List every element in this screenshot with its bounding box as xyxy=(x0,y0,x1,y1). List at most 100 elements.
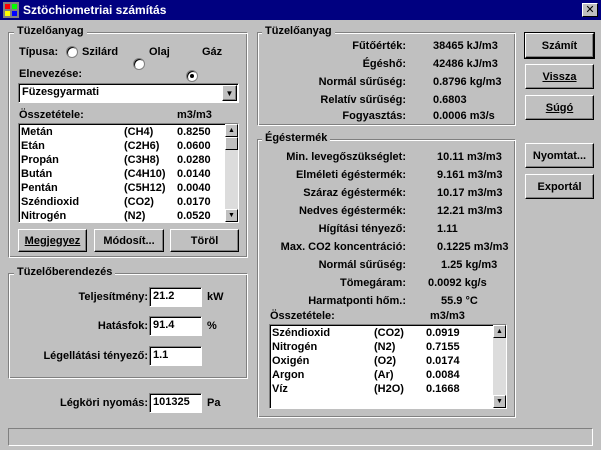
list-item[interactable]: Víz xyxy=(272,383,288,395)
list-item[interactable]: Oxigén xyxy=(272,355,309,367)
fuel-name-select[interactable]: Füzesgyarmati ▼ xyxy=(18,83,239,103)
fuel-composition-unit: m3/m3 xyxy=(177,109,212,121)
list-item-formula: (C3H8) xyxy=(124,154,160,166)
list-item-value: 0.0170 xyxy=(177,196,211,208)
fuel-prop-value: 38465 kJ/m3 xyxy=(433,40,498,52)
efficiency-unit: % xyxy=(207,320,217,332)
list-item-formula: (CO2) xyxy=(374,327,404,339)
export-button[interactable]: Exportál xyxy=(525,174,594,199)
list-item[interactable]: Nitrogén xyxy=(272,341,317,353)
list-item[interactable]: Etán xyxy=(21,140,45,152)
back-button[interactable]: Vissza xyxy=(525,64,594,89)
flue-prop-label: Nedves égéstermék: xyxy=(298,205,406,217)
note-button[interactable]: Megjegyez xyxy=(18,229,87,252)
flue-prop-value: 0.1225 m3/m3 xyxy=(437,241,509,253)
list-item-formula: (CH4) xyxy=(124,126,154,138)
efficiency-input[interactable]: 91.4 xyxy=(149,316,202,336)
flue-composition-scrollbar[interactable]: ▲ ▼ xyxy=(493,325,506,408)
fuel-prop-value: 0.0006 m3/s xyxy=(433,110,495,122)
help-button[interactable]: Súgó xyxy=(525,95,594,120)
back-button-label: Vissza xyxy=(542,70,577,83)
air-factor-input[interactable]: 1.1 xyxy=(149,346,202,366)
fuel-name-value: Füzesgyarmati xyxy=(22,86,100,98)
list-item-value: 0.0040 xyxy=(177,182,211,194)
pressure-value: 101325 xyxy=(153,396,190,408)
calculate-button[interactable]: Számít xyxy=(524,32,595,59)
status-bar xyxy=(8,428,593,446)
flue-prop-label: Max. CO2 koncentráció: xyxy=(280,241,406,253)
radio-oil-label[interactable]: Olaj xyxy=(149,46,170,58)
close-icon[interactable]: ✕ xyxy=(582,3,598,17)
modify-button-label: Módosít... xyxy=(103,234,155,247)
scroll-down-icon[interactable]: ▼ xyxy=(493,395,506,408)
flue-prop-value: 9.161 m3/m3 xyxy=(437,169,503,181)
list-item-value: 0.0520 xyxy=(177,210,211,222)
air-factor-label: Légellátási tényező: xyxy=(43,350,148,362)
export-button-label: Exportál xyxy=(537,180,582,193)
window-title: Sztöchiometriai számítás xyxy=(23,3,167,17)
scroll-up-icon[interactable]: ▲ xyxy=(225,124,238,137)
fuel-type-label: Típusa: xyxy=(19,46,59,58)
list-item-value: 0.0280 xyxy=(177,154,211,166)
air-factor-value: 1.1 xyxy=(153,349,169,361)
fuel-name-label: Elnevezése: xyxy=(19,68,82,80)
list-item-value: 0.0600 xyxy=(177,140,211,152)
fuel-prop-label: Relatív sűrűség: xyxy=(320,94,406,106)
flue-prop-label: Harmatponti hőm.: xyxy=(308,295,406,307)
list-item[interactable]: Széndioxid xyxy=(272,327,330,339)
power-unit: kW xyxy=(207,291,224,303)
fuel-prop-label: Égéshő: xyxy=(362,58,406,70)
efficiency-label: Hatásfok: xyxy=(97,320,148,332)
fuel-composition-list[interactable]: Metán (CH4) 0.8250 Etán (C2H6) 0.0600 Pr… xyxy=(18,123,239,223)
scroll-thumb[interactable] xyxy=(225,137,238,150)
chevron-down-icon[interactable]: ▼ xyxy=(222,85,237,101)
list-item-value: 0.1668 xyxy=(426,383,460,395)
title-bar: Sztöchiometriai számítás ✕ xyxy=(0,0,601,20)
radio-solid-label[interactable]: Szilárd xyxy=(82,46,118,58)
modify-button[interactable]: Módosít... xyxy=(94,229,164,252)
scroll-up-icon[interactable]: ▲ xyxy=(493,325,506,338)
fuel-prop-label: Fogyasztás: xyxy=(342,110,406,122)
flue-prop-value: 1.11 xyxy=(437,223,458,235)
list-item-formula: (CO2) xyxy=(124,196,154,208)
list-item[interactable]: Metán xyxy=(21,126,53,138)
scroll-down-icon[interactable]: ▼ xyxy=(225,209,238,222)
list-item[interactable]: Propán xyxy=(21,154,59,166)
list-item[interactable]: Széndioxid xyxy=(21,196,79,208)
print-button-label: Nyomtat... xyxy=(532,149,587,162)
list-item-formula: (N2) xyxy=(374,341,396,353)
list-item-formula: (H2O) xyxy=(374,383,404,395)
flue-prop-value: 0.0092 kg/s xyxy=(428,277,487,289)
list-item[interactable]: Nitrogén xyxy=(21,210,66,222)
radio-gas-label[interactable]: Gáz xyxy=(202,46,222,58)
fuel-prop-value: 0.8796 kg/m3 xyxy=(433,76,502,88)
list-item[interactable]: Argon xyxy=(272,369,304,381)
delete-button[interactable]: Töröl xyxy=(170,229,239,252)
list-item[interactable]: Pentán xyxy=(21,182,58,194)
radio-gas[interactable] xyxy=(186,70,198,82)
flue-prop-value: 1.25 kg/m3 xyxy=(441,259,498,271)
flue-prop-label: Hígítási tényező: xyxy=(318,223,406,235)
pressure-input[interactable]: 101325 xyxy=(149,393,202,413)
pressure-unit: Pa xyxy=(207,397,221,409)
list-item-formula: (C4H10) xyxy=(124,168,166,180)
flue-prop-value: 12.21 m3/m3 xyxy=(437,205,503,217)
list-item-value: 0.0919 xyxy=(426,327,460,339)
list-item[interactable]: Bután xyxy=(21,168,52,180)
power-input[interactable]: 21.2 xyxy=(149,287,202,307)
list-item-value: 0.0140 xyxy=(177,168,211,180)
help-button-label: Súgó xyxy=(545,101,574,114)
radio-oil[interactable] xyxy=(133,58,145,70)
flue-prop-value: 55.9 °C xyxy=(441,295,478,307)
radio-solid[interactable] xyxy=(66,46,78,58)
list-item-formula: (C5H12) xyxy=(124,182,166,194)
fuel-prop-value: 0.6803 xyxy=(433,94,467,106)
print-button[interactable]: Nyomtat... xyxy=(525,143,594,168)
fuel-prop-label: Normál sűrűség: xyxy=(318,76,406,88)
flue-composition-unit: m3/m3 xyxy=(430,310,465,322)
fuel-composition-scrollbar[interactable]: ▲ ▼ xyxy=(225,124,238,222)
flue-composition-label: Összetétele: xyxy=(270,310,335,322)
flue-composition-list[interactable]: Széndioxid (CO2) 0.0919 Nitrogén (N2) 0.… xyxy=(269,324,507,409)
fuel-prop-value: 42486 kJ/m3 xyxy=(433,58,498,70)
efficiency-value: 91.4 xyxy=(153,319,175,331)
